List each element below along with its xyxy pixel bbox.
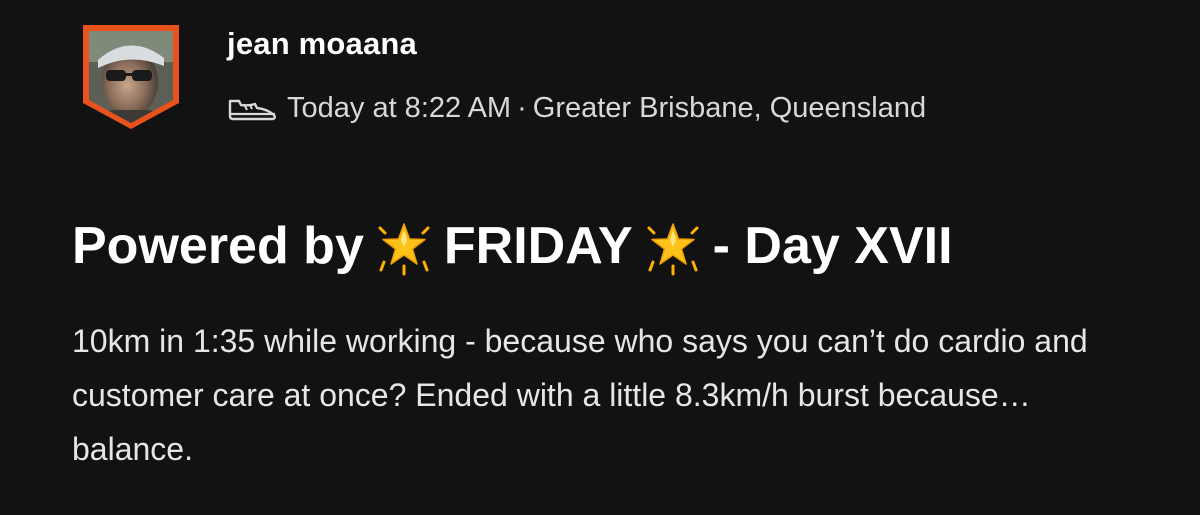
meta-separator: · (517, 91, 527, 124)
athlete-avatar[interactable] (80, 22, 182, 132)
activity-meta: Today at 8:22 AM · Greater Brisbane, Que… (227, 88, 926, 128)
athlete-name[interactable]: jean moaana (227, 26, 417, 62)
activity-description: 10km in 1:35 while working - because who… (72, 323, 1088, 467)
activity-location: Greater Brisbane, Queensland (532, 91, 927, 124)
title-text-part3: - Day XVII (712, 217, 953, 275)
glowing-star-icon (641, 214, 705, 278)
shoe-icon (227, 93, 279, 123)
activity-card: jean moaana Today at 8:22 AM · Greater B… (0, 0, 1200, 515)
title-text-part2: FRIDAY (443, 217, 633, 275)
title-text-part1: Powered by (72, 217, 364, 275)
glowing-star-icon (372, 214, 436, 278)
avatar-badge (83, 25, 179, 129)
activity-timestamp: Today at 8:22 AM (287, 91, 512, 124)
activity-title[interactable]: Powered by FRIDAY - Day XVII (72, 214, 953, 278)
